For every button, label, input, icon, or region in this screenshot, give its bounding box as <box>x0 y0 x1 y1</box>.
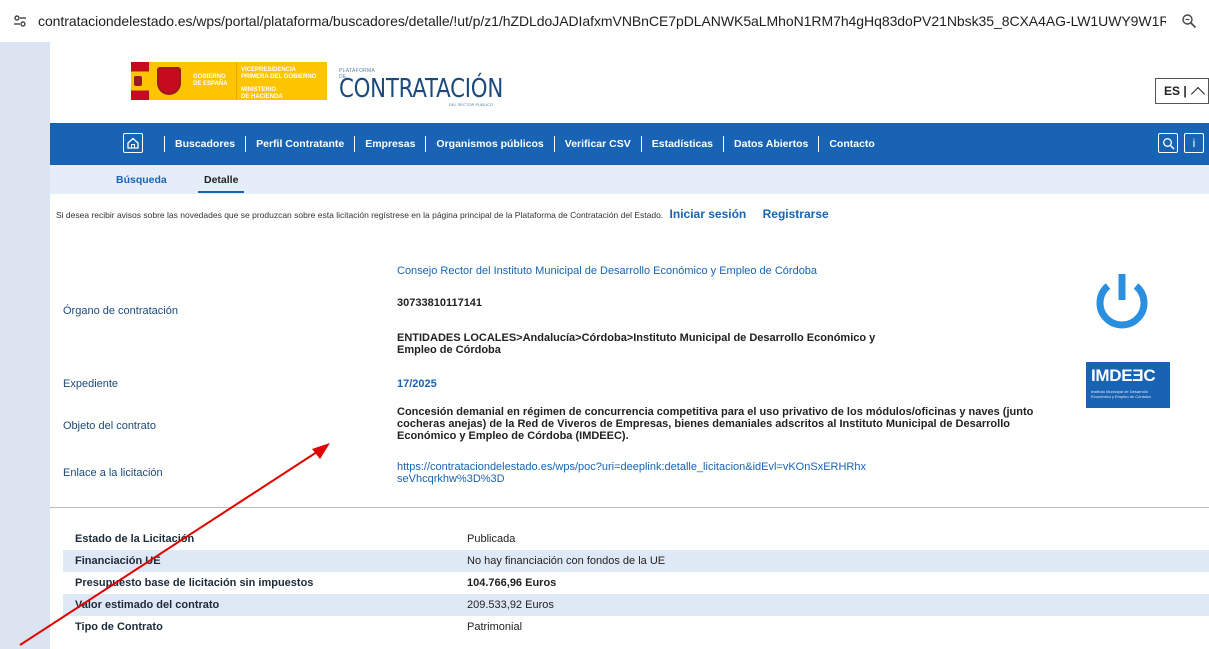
zoom-icon[interactable] <box>1181 13 1197 29</box>
chevron-up-icon <box>1190 86 1205 101</box>
info-button[interactable]: i <box>1184 133 1204 153</box>
tab-detalle[interactable]: Detalle <box>197 174 245 193</box>
tab-busqueda[interactable]: Búsqueda <box>116 174 167 186</box>
site-settings-icon[interactable] <box>12 13 28 29</box>
login-link[interactable]: Iniciar sesión <box>670 207 747 221</box>
licitacion-table: Estado de la Licitación Publicada Financ… <box>63 528 1209 638</box>
table-row: Tipo de Contrato Patrimonial <box>63 616 1209 638</box>
row-label: Estado de la Licitación <box>75 533 195 545</box>
imdeec-name: IMDEƎC <box>1091 366 1156 385</box>
coat-of-arms-icon <box>149 62 189 100</box>
notice-text: Si desea recibir avisos sobre las noveda… <box>56 210 664 220</box>
objeto-value: Concesión demanial en régimen de concurr… <box>397 406 1034 442</box>
nav-separator <box>164 136 165 152</box>
organo-id: 30733810117141 <box>397 297 483 309</box>
expediente-value: 17/2025 <box>397 378 437 390</box>
nav-contacto[interactable]: Contacto <box>829 138 875 150</box>
nav-separator <box>723 136 725 152</box>
subtabs-bar: Búsqueda Detalle <box>50 165 1209 194</box>
register-link[interactable]: Registrarse <box>763 207 829 221</box>
nav-verificar-csv[interactable]: Verificar CSV <box>565 138 631 150</box>
gobierno-logo[interactable]: GOBIERNO DE ESPAÑA VICEPRESIDENCIA PRIME… <box>131 62 331 100</box>
imdeec-tagline: Instituto Municipal de Desarrollo Económ… <box>1091 389 1151 399</box>
language-selector[interactable]: ES | <box>1155 78 1209 104</box>
row-value: 209.533,92 Euros <box>467 599 554 611</box>
nav-separator <box>818 136 820 152</box>
row-label: Tipo de Contrato <box>75 621 163 633</box>
expediente-label: Expediente <box>63 378 119 390</box>
row-value: No hay financiación con fondos de la UE <box>467 555 666 567</box>
browser-address-bar[interactable]: contrataciondelestado.es/wps/portal/plat… <box>0 0 1209 42</box>
row-label: Presupuesto base de licitación sin impue… <box>75 577 314 589</box>
search-button[interactable] <box>1158 133 1178 153</box>
row-value: Patrimonial <box>467 621 523 633</box>
row-label: Valor estimado del contrato <box>75 599 220 611</box>
home-icon <box>127 137 139 149</box>
enlace-label: Enlace a la licitación <box>63 467 163 479</box>
organo-name-link[interactable]: Consejo Rector del Instituto Municipal d… <box>397 265 1047 277</box>
nav-organismos-publicos[interactable]: Organismos públicos <box>436 138 543 150</box>
organo-label: Órgano de contratación <box>63 305 178 317</box>
plataforma-name: CONTRATACIÓN <box>339 74 504 104</box>
eu-flag-icon <box>131 62 149 100</box>
enlace-link[interactable]: https://contrataciondelestado.es/wps/poc… <box>397 461 867 485</box>
nav-separator <box>425 136 427 152</box>
left-gutter <box>0 42 50 649</box>
nav-estadisticas[interactable]: Estadísticas <box>652 138 713 150</box>
nav-buscadores[interactable]: Buscadores <box>175 138 235 150</box>
search-icon <box>1162 137 1174 149</box>
table-row: Estado de la Licitación Publicada <box>63 528 1209 550</box>
nav-separator <box>553 136 555 152</box>
table-row: Presupuesto base de licitación sin impue… <box>63 572 1209 594</box>
gobierno-text: GOBIERNO DE ESPAÑA <box>189 62 237 100</box>
nav-empresas[interactable]: Empresas <box>365 138 415 150</box>
home-button[interactable] <box>123 133 143 153</box>
plataforma-sub-text: DEL SECTOR PÚBLICO <box>449 102 494 107</box>
url-text[interactable]: contrataciondelestado.es/wps/portal/plat… <box>38 13 1166 29</box>
site-header: GOBIERNO DE ESPAÑA VICEPRESIDENCIA PRIME… <box>50 42 1209 122</box>
language-label: ES | <box>1164 84 1187 98</box>
row-value: Publicada <box>467 533 516 545</box>
nav-perfil-contratante[interactable]: Perfil Contratante <box>256 138 344 150</box>
nav-items: Buscadores Perfil Contratante Empresas O… <box>154 123 875 165</box>
imdeec-logo[interactable]: IMDEƎC Instituto Municipal de Desarrollo… <box>1086 362 1170 408</box>
table-row: Valor estimado del contrato 209.533,92 E… <box>63 594 1209 616</box>
nav-datos-abiertos[interactable]: Datos Abiertos <box>734 138 808 150</box>
section-divider <box>50 507 1209 508</box>
ministerio-text: VICEPRESIDENCIA PRIMERA DEL GOBIERNO MIN… <box>237 62 327 100</box>
row-label: Financiación UE <box>75 555 161 567</box>
main-navbar: Buscadores Perfil Contratante Empresas O… <box>50 123 1209 165</box>
notice-bar: Si desea recibir avisos sobre las noveda… <box>56 207 829 221</box>
nav-separator <box>354 136 356 152</box>
power-icon <box>1096 274 1148 329</box>
info-icon: i <box>1192 136 1196 150</box>
nav-separator <box>640 136 642 152</box>
objeto-label: Objeto del contrato <box>63 420 156 432</box>
organo-path: ENTIDADES LOCALES>Andalucía>Córdoba>Inst… <box>397 332 876 356</box>
row-value: 104.766,96 Euros <box>467 577 557 589</box>
page-content: GOBIERNO DE ESPAÑA VICEPRESIDENCIA PRIME… <box>50 42 1209 649</box>
table-row: Financiación UE No hay financiación con … <box>63 550 1209 572</box>
nav-separator <box>245 136 247 152</box>
